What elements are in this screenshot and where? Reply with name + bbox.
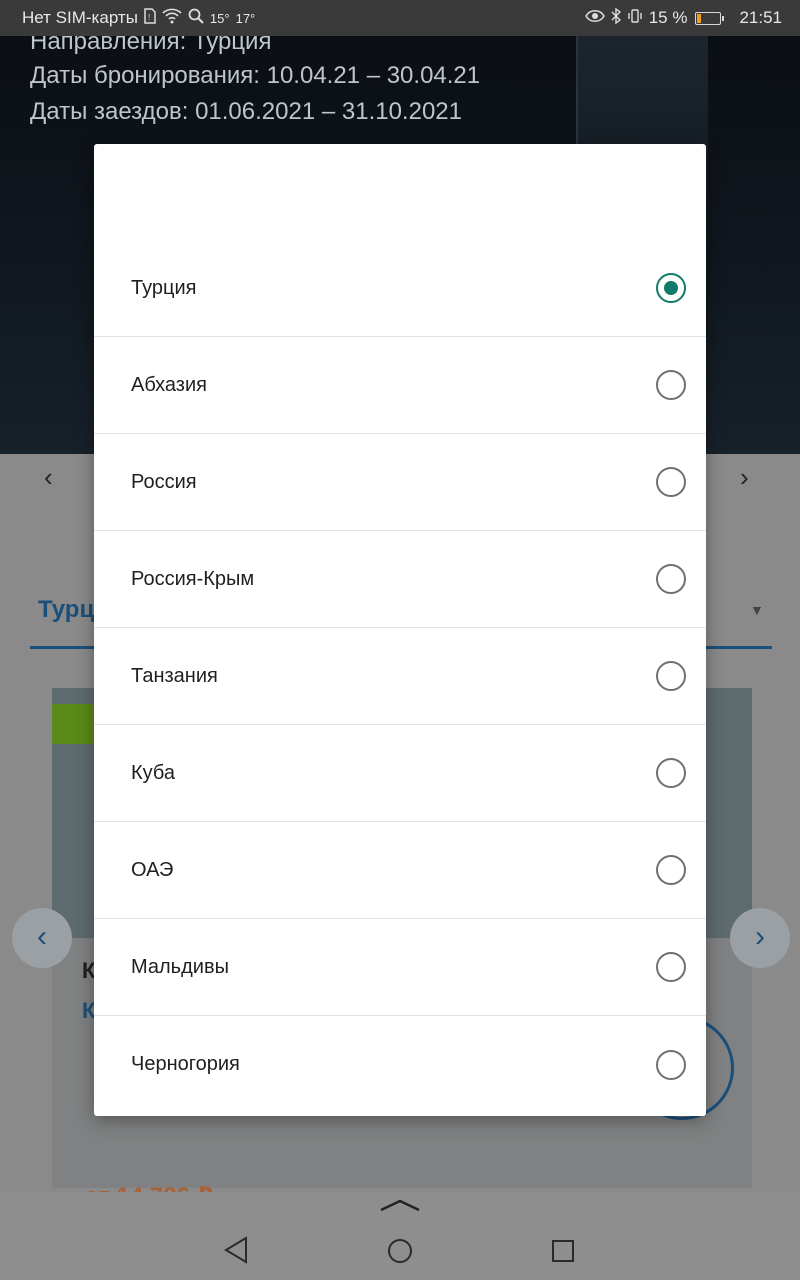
chevron-right-icon[interactable]: › (740, 462, 749, 493)
sim-card-icon: ! (144, 7, 156, 29)
option-turkey[interactable]: Турция (94, 240, 706, 337)
option-maldives[interactable]: Мальдивы (94, 919, 706, 1016)
promo-booking-dates: Даты бронирования: 10.04.21 – 30.04.21 (30, 62, 481, 89)
recents-icon[interactable] (551, 1236, 575, 1264)
battery-percent: 15 % (648, 8, 688, 27)
destination-tab[interactable]: Турц (38, 596, 94, 624)
option-label: Куба (131, 761, 175, 784)
radio-button[interactable] (656, 467, 686, 497)
option-tanzania[interactable]: Танзания (94, 628, 706, 725)
caret-down-icon[interactable]: ▼ (750, 602, 764, 618)
option-cuba[interactable]: Куба (94, 725, 706, 822)
option-russia-crimea[interactable]: Россия-Крым (94, 531, 706, 628)
option-label: Россия (131, 470, 197, 493)
home-icon[interactable] (387, 1236, 413, 1264)
option-montenegro[interactable]: Черногория (94, 1016, 706, 1113)
status-badge (52, 704, 100, 744)
option-abkhazia[interactable]: Абхазия (94, 337, 706, 434)
option-label: ОАЭ (131, 858, 174, 881)
option-label: Турция (131, 276, 197, 299)
carousel-prev-button[interactable]: ‹ (12, 908, 72, 968)
back-icon[interactable] (224, 1236, 248, 1264)
search-icon (188, 8, 204, 29)
svg-text:!: ! (148, 13, 150, 22)
option-russia[interactable]: Россия (94, 434, 706, 531)
eye-icon (584, 8, 605, 28)
radio-button[interactable] (656, 758, 686, 788)
destination-picker-dialog: Турция Абхазия Россия Россия-Крым Танзан… (94, 144, 706, 1116)
radio-button[interactable] (656, 952, 686, 982)
dialog-header (94, 144, 706, 240)
chevron-left-icon[interactable]: ‹ (44, 462, 53, 493)
vibrate-icon (627, 8, 643, 29)
status-bar: Нет SIM-карты ! 15° 17° 15 % 21:51 (0, 0, 800, 36)
battery-icon (695, 11, 725, 25)
temperature-other: 17° (235, 10, 256, 26)
option-label: Россия-Крым (131, 567, 255, 590)
radio-button[interactable] (656, 273, 686, 303)
bluetooth-icon (611, 7, 621, 29)
option-uae[interactable]: ОАЭ (94, 822, 706, 919)
option-label: Черногория (131, 1053, 240, 1075)
temperature-now: 15° (209, 10, 230, 26)
radio-button[interactable] (656, 370, 686, 400)
option-label: Танзания (131, 664, 218, 687)
option-label: Абхазия (131, 373, 207, 396)
wifi-icon (162, 8, 182, 29)
clock: 21:51 (739, 8, 782, 27)
chevron-up-icon[interactable] (380, 1198, 420, 1212)
options-list: Турция Абхазия Россия Россия-Крым Танзан… (94, 240, 706, 1113)
carousel-next-button[interactable]: › (730, 908, 790, 968)
battery-level (697, 13, 702, 23)
radio-button[interactable] (656, 855, 686, 885)
promo-checkin-dates: Даты заездов: 01.06.2021 – 31.10.2021 (30, 98, 462, 125)
carrier-text: Нет SIM-карты (22, 8, 138, 27)
radio-button[interactable] (656, 1049, 686, 1080)
radio-button[interactable] (656, 661, 686, 691)
option-label: Мальдивы (131, 955, 229, 978)
radio-button[interactable] (656, 564, 686, 594)
